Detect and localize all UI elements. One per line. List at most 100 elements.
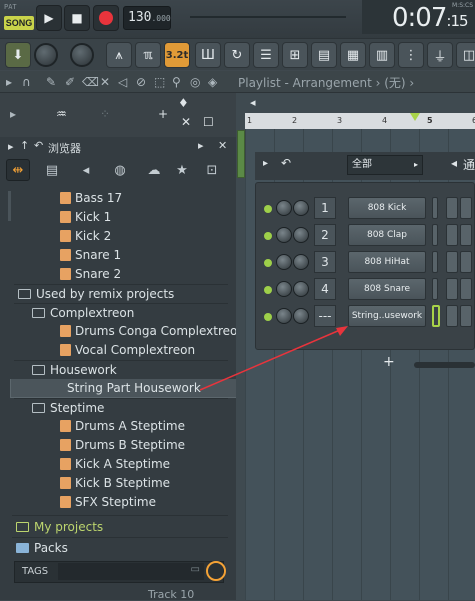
- tree-audio-item[interactable]: Kick B Steptime: [14, 474, 228, 493]
- midi-icon[interactable]: ♦: [178, 96, 189, 110]
- playlist-icon[interactable]: ▦: [340, 42, 366, 68]
- plugin-icon[interactable]: ⏚: [427, 42, 453, 68]
- wait-record-icon[interactable]: ℼ: [135, 42, 161, 68]
- download-icon[interactable]: ⬇: [5, 42, 31, 68]
- loop-record-icon[interactable]: ↻: [224, 42, 250, 68]
- my-projects-item[interactable]: My projects: [16, 518, 103, 537]
- tree-audio-item[interactable]: Kick A Steptime: [14, 455, 228, 474]
- channel-mute-led[interactable]: [264, 313, 272, 321]
- tree-audio-item[interactable]: Kick 2: [14, 227, 228, 246]
- master-volume-knob[interactable]: [34, 43, 58, 67]
- tree-folder-item[interactable]: Complextreon: [14, 303, 228, 322]
- menu-arrow-icon[interactable]: ▸: [263, 158, 268, 169]
- tree-audio-item[interactable]: Kick 1: [14, 208, 228, 227]
- refresh-icon[interactable]: ↶: [34, 139, 43, 152]
- step-pad[interactable]: [432, 197, 438, 219]
- tree-folder-item[interactable]: Steptime: [14, 398, 228, 417]
- step-pad[interactable]: [432, 251, 438, 273]
- tree-audio-item[interactable]: Vocal Complextreon: [14, 341, 228, 360]
- waveform-icon[interactable]: ♒: [56, 107, 67, 121]
- song-position-slider[interactable]: [186, 8, 352, 26]
- channel-mixer-track[interactable]: 1: [314, 197, 336, 219]
- step-pad[interactable]: [460, 278, 472, 300]
- channel-mute-led[interactable]: [264, 286, 272, 294]
- arrow-icon[interactable]: ▸: [10, 107, 16, 121]
- tree-audio-item[interactable]: Drums A Steptime: [14, 417, 228, 436]
- tree-audio-item[interactable]: Snare 2: [14, 265, 228, 284]
- browser-icon[interactable]: ▥: [369, 42, 395, 68]
- zoom-icon[interactable]: ⚲: [172, 75, 181, 89]
- step-pad[interactable]: [446, 224, 458, 246]
- pat-song-toggle[interactable]: PAT SONG: [4, 3, 34, 33]
- tree-audio-item[interactable]: Drums Conga Complextreon: [14, 322, 245, 341]
- channel-pan-knob[interactable]: [293, 281, 309, 297]
- channel-pan-knob[interactable]: [293, 254, 309, 270]
- piano-roll-icon[interactable]: ▤: [311, 42, 337, 68]
- project-filter-icon[interactable]: ▤: [40, 159, 64, 181]
- arrow-icon[interactable]: ▸: [6, 75, 12, 89]
- channel-name-button[interactable]: 808 Snare: [348, 278, 426, 300]
- step-pad[interactable]: [460, 224, 472, 246]
- select-icon[interactable]: ⬚: [154, 75, 165, 89]
- speaker-icon[interactable]: ◈: [208, 75, 217, 89]
- step-pad[interactable]: [432, 278, 438, 300]
- rack-scrollbar[interactable]: [414, 362, 475, 368]
- tree-folder-item[interactable]: Used by remix projects: [14, 284, 228, 303]
- step-pad[interactable]: [446, 278, 458, 300]
- stop-button[interactable]: ■: [64, 5, 90, 31]
- channel-name-button[interactable]: 808 HiHat: [348, 251, 426, 273]
- step-pad[interactable]: [446, 251, 458, 273]
- mute-icon[interactable]: ✕: [100, 75, 110, 89]
- tree-audio-item[interactable]: SFX Steptime: [14, 493, 228, 512]
- record-button[interactable]: [93, 5, 119, 31]
- collapse-arrow-icon[interactable]: ▸: [8, 140, 14, 153]
- close-icon[interactable]: ✕: [218, 139, 227, 152]
- channel-pan-knob[interactable]: [293, 200, 309, 216]
- tags-search-input[interactable]: ▭: [58, 563, 204, 580]
- channel-mute-led[interactable]: [264, 232, 272, 240]
- up-icon[interactable]: ↑: [20, 139, 29, 152]
- delete-icon[interactable]: ⌫: [82, 75, 99, 89]
- metronome-icon[interactable]: ⩚: [106, 42, 132, 68]
- channel-volume-knob[interactable]: [276, 281, 292, 297]
- paint-icon[interactable]: ✐: [65, 75, 75, 89]
- play-button[interactable]: ▶: [36, 5, 62, 31]
- channel-filter-select[interactable]: 全部 ▸: [347, 155, 423, 175]
- folder-add-icon[interactable]: ⊡: [200, 159, 224, 181]
- step-pad[interactable]: [446, 197, 458, 219]
- step-pad[interactable]: [432, 224, 438, 246]
- plugin-filter-icon[interactable]: ◂: [74, 159, 98, 181]
- tempo-display[interactable]: 130.000: [123, 6, 171, 30]
- cloud-icon[interactable]: ☁: [142, 159, 166, 181]
- search-icon[interactable]: [206, 561, 226, 581]
- snap-button[interactable]: 3.2t: [164, 42, 190, 68]
- channel-mute-led[interactable]: [264, 205, 272, 213]
- tree-audio-item[interactable]: Bass 17: [14, 189, 228, 208]
- playback-icon[interactable]: ◎: [190, 75, 200, 89]
- star-icon[interactable]: ★: [170, 159, 194, 181]
- channel-mixer-track[interactable]: 4: [314, 278, 336, 300]
- tree-audio-item[interactable]: Snare 1: [14, 246, 228, 265]
- all-filter-icon[interactable]: ⇹: [6, 159, 30, 181]
- paste-icon[interactable]: ☐: [203, 115, 214, 129]
- channel-mute-led[interactable]: [264, 259, 272, 267]
- blend-notes-icon[interactable]: Ш: [195, 42, 221, 68]
- channel-pan-knob[interactable]: [293, 308, 309, 324]
- add-icon[interactable]: +: [158, 107, 168, 121]
- channel-mixer-track[interactable]: ---: [314, 305, 336, 327]
- channel-mixer-track[interactable]: 3: [314, 251, 336, 273]
- channel-volume-knob[interactable]: [276, 227, 292, 243]
- channel-name-button[interactable]: 808 Clap: [348, 224, 426, 246]
- step-sequencer-icon[interactable]: ⋮: [398, 42, 424, 68]
- step-pad[interactable]: [460, 197, 472, 219]
- scroll-left-icon[interactable]: ◂: [250, 96, 260, 110]
- pencil-icon[interactable]: ✎: [46, 75, 56, 89]
- song-mode-button[interactable]: SONG: [4, 16, 34, 30]
- step-pad[interactable]: [446, 305, 458, 327]
- cut-icon[interactable]: ✕: [181, 115, 191, 129]
- globe-icon[interactable]: ◍: [108, 159, 132, 181]
- master-pitch-knob[interactable]: [70, 43, 94, 67]
- channel-mixer-track[interactable]: 2: [314, 224, 336, 246]
- magnet-icon[interactable]: ∩: [22, 75, 31, 89]
- add-channel-button[interactable]: +: [383, 354, 395, 370]
